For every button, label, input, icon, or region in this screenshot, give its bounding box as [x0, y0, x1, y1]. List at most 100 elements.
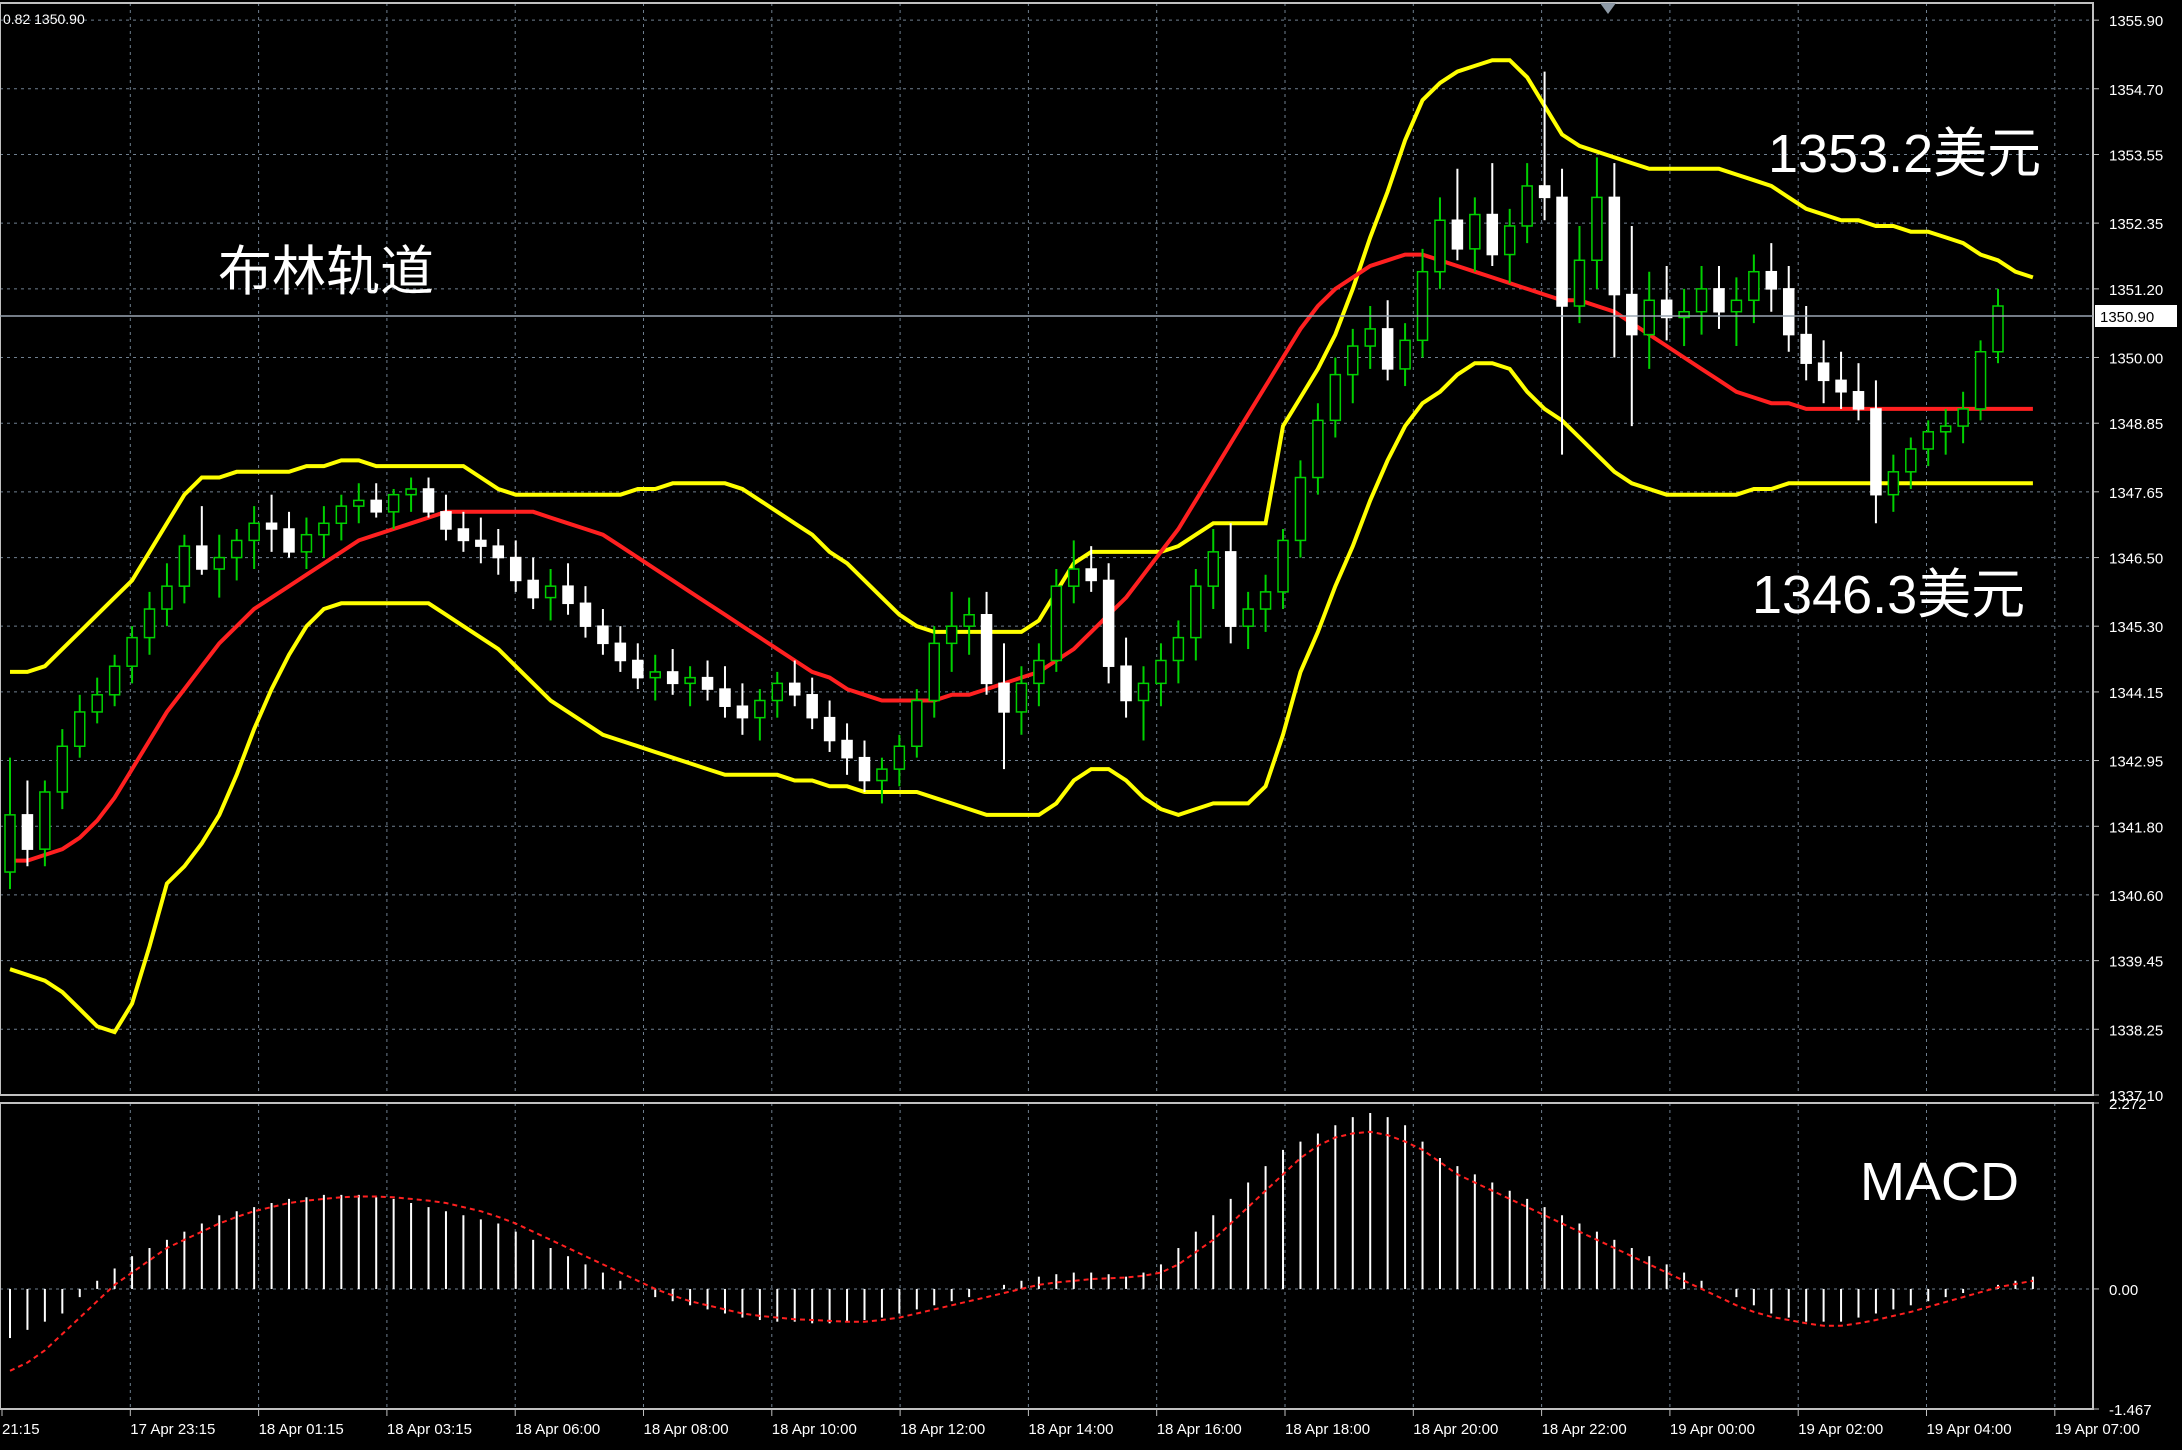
price-tick-label: 1354.70 [2109, 82, 2163, 99]
price-tick-label: 1338.25 [2109, 1022, 2163, 1039]
candle-body [457, 528, 470, 542]
candle-body [1591, 196, 1603, 262]
candle-body [963, 613, 975, 627]
candle-body [754, 699, 766, 719]
candle-body [1085, 568, 1097, 582]
price-tick-label: 1348.85 [2109, 416, 2163, 433]
candle-body [1329, 373, 1342, 422]
time-tick-label: 18 Apr 14:00 [1028, 1421, 1113, 1438]
candle-body [300, 533, 313, 553]
candle-body [161, 585, 173, 610]
candle-body [1538, 185, 1551, 199]
candle-body [876, 768, 888, 782]
candle-body [1224, 551, 1237, 627]
chart-canvas: 1350.90 0.82 1350.90 1355.90 1354.70 1353.… [0, 0, 2182, 1450]
candle-body [823, 716, 836, 742]
candle-body [1434, 219, 1446, 273]
candle-body [1521, 185, 1533, 227]
candle-body [701, 676, 714, 690]
time-tick-label: 21:15 [2, 1421, 40, 1438]
candle-body [841, 739, 853, 759]
candle-body [893, 745, 906, 770]
price-tick-label: 1352.35 [2109, 216, 2163, 233]
time-tick-label: 17 Apr 23:15 [130, 1421, 215, 1438]
time-tick-label: 18 Apr 03:15 [387, 1421, 472, 1438]
candle-body [492, 545, 505, 559]
candle-body [1556, 196, 1568, 307]
candle-body [649, 671, 661, 679]
candle-body [1381, 328, 1394, 370]
price-tick-label: 1341.80 [2109, 819, 2163, 836]
candle-body [858, 756, 871, 782]
candle-body [1137, 682, 1150, 702]
candle-body [1120, 665, 1132, 702]
candle-body [1765, 270, 1778, 290]
time-tick-label: 19 Apr 04:00 [1927, 1421, 2012, 1438]
candle-body [387, 493, 400, 513]
candle-body [39, 791, 51, 850]
bollinger-bands-label: 布林轨道 [218, 242, 434, 302]
price-tick-label: 1342.95 [2109, 754, 2163, 771]
candle-body [614, 642, 627, 662]
candle-body [21, 814, 34, 850]
candle-body [1643, 299, 1655, 336]
time-tick-label: 18 Apr 22:00 [1542, 1421, 1627, 1438]
candle-body [1748, 270, 1760, 302]
candle-body [370, 499, 382, 513]
price-tick-label: 1353.55 [2109, 148, 2163, 165]
time-tick-label: 19 Apr 07:00 [2055, 1421, 2140, 1438]
time-tick-label: 19 Apr 00:00 [1670, 1421, 1755, 1438]
candle-body [1695, 288, 1708, 313]
candle-body [1172, 636, 1185, 662]
candle-body [1922, 431, 1934, 450]
candle-body [1974, 351, 1987, 410]
upper-band-price-label: 1353.2美元 [1768, 124, 2041, 184]
candle-body [1626, 293, 1638, 336]
candle-body [1364, 328, 1376, 347]
candle-body [684, 676, 696, 685]
price-tick-label: 1350.00 [2109, 350, 2163, 367]
candle-body [1068, 568, 1080, 587]
price-tick-label: 1346.50 [2109, 551, 2163, 568]
time-tick-label: 18 Apr 16:00 [1157, 1421, 1242, 1438]
candle-body [1887, 471, 1900, 496]
candle-body [353, 499, 365, 507]
candle-body [1399, 339, 1411, 370]
candle-body [945, 625, 958, 645]
candle-body [1190, 585, 1202, 639]
candle-body [771, 682, 784, 702]
candle-body [126, 636, 138, 667]
candle-body [422, 488, 435, 513]
candle-body [1503, 225, 1516, 256]
lower-band-price-label: 1346.3美元 [1752, 565, 2025, 625]
time-tick-label: 18 Apr 12:00 [900, 1421, 985, 1438]
time-tick-label: 18 Apr 10:00 [772, 1421, 857, 1438]
price-tick-label: 1344.15 [2109, 685, 2163, 702]
candle-body [788, 682, 801, 696]
candle-body [1015, 682, 1028, 713]
candle-body [1347, 345, 1359, 376]
price-tick-label: 1345.30 [2109, 619, 2163, 636]
candle-body [1835, 379, 1847, 393]
candle-body [91, 694, 103, 713]
candle-body [1102, 579, 1115, 667]
candle-body [1207, 551, 1220, 587]
candle-body [736, 705, 749, 719]
candle-body [1050, 585, 1063, 662]
candle-body [440, 511, 452, 530]
candle-body [1660, 299, 1673, 319]
candle-body [108, 665, 121, 696]
candle-body [980, 613, 993, 685]
macd-tick-label: -1.467 [2109, 1402, 2152, 1419]
ohlc-header: 0.82 1350.90 [3, 11, 85, 27]
time-tick-label: 18 Apr 01:15 [259, 1421, 344, 1438]
candle-body [1608, 196, 1621, 296]
candle-body [1939, 425, 1952, 433]
candle-body [1294, 476, 1307, 542]
candle-body [1416, 270, 1429, 342]
candle-body [1992, 305, 2004, 353]
candle-body [544, 585, 557, 599]
candle-body [666, 671, 679, 685]
candle-body [911, 699, 923, 747]
candle-body [1817, 362, 1830, 382]
